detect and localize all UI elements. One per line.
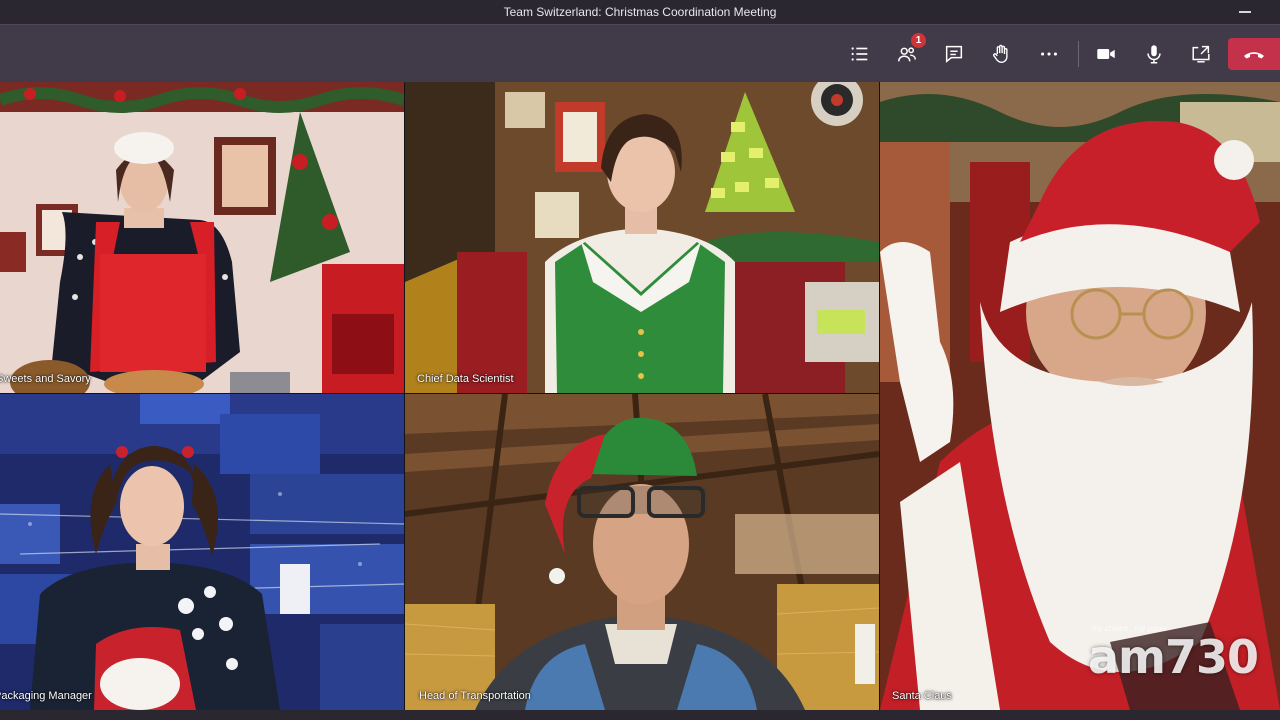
microphone-icon	[1147, 45, 1161, 64]
video-tile-packaging-manager[interactable]: Packaging Manager	[0, 394, 404, 710]
chat-button[interactable]	[939, 39, 969, 69]
participant-name: Head of Transportation	[419, 690, 531, 702]
participant-name: Chief Data Scientist	[417, 373, 514, 385]
camera-icon	[1097, 48, 1115, 60]
workshop-video-feed	[405, 82, 879, 393]
hang-up-button[interactable]	[1228, 38, 1280, 70]
video-tile-sweets-and-savory[interactable]: Sweets and Savory	[0, 82, 404, 393]
camera-button[interactable]	[1091, 39, 1121, 69]
toolbar-divider	[1078, 41, 1079, 67]
share-screen-button[interactable]	[1186, 39, 1216, 69]
window-title: Team Switzerland: Christmas Coordination…	[503, 5, 777, 19]
packaging-video-feed	[0, 394, 404, 710]
participants-button[interactable]: 1	[892, 33, 926, 69]
more-options-button[interactable]	[1034, 39, 1064, 69]
participant-name: Sweets and Savory	[0, 373, 91, 385]
meeting-toolbar: 1	[0, 24, 1280, 82]
video-grid: Sweets and Savory Chief Data Scientist P…	[0, 82, 1280, 710]
hang-up-icon	[1244, 52, 1264, 59]
video-tile-head-of-transportation[interactable]: Head of Transportation	[405, 394, 879, 710]
chat-icon	[945, 45, 963, 63]
video-tile-santa-claus[interactable]: Santa Claus	[880, 82, 1280, 710]
microphone-button[interactable]	[1139, 39, 1169, 69]
participant-name: Santa Claus	[892, 690, 952, 702]
share-screen-icon	[1192, 45, 1210, 63]
more-icon	[1041, 52, 1057, 56]
list-button[interactable]	[845, 39, 875, 69]
participant-name: Packaging Manager	[0, 690, 92, 702]
list-icon	[851, 47, 868, 61]
santa-video-feed	[880, 82, 1280, 710]
title-bar: Team Switzerland: Christmas Coordination…	[0, 0, 1280, 24]
minimize-window-icon[interactable]	[1238, 4, 1252, 18]
raise-hand-icon	[993, 44, 1008, 63]
participants-badge: 1	[911, 33, 926, 48]
video-tile-chief-data-scientist[interactable]: Chief Data Scientist	[405, 82, 879, 393]
kitchen-video-feed	[0, 82, 404, 393]
am730-watermark-logo: am730	[1088, 630, 1259, 684]
raise-hand-button[interactable]	[986, 39, 1016, 69]
bottom-frame	[0, 710, 1280, 720]
barn-video-feed	[405, 394, 879, 710]
